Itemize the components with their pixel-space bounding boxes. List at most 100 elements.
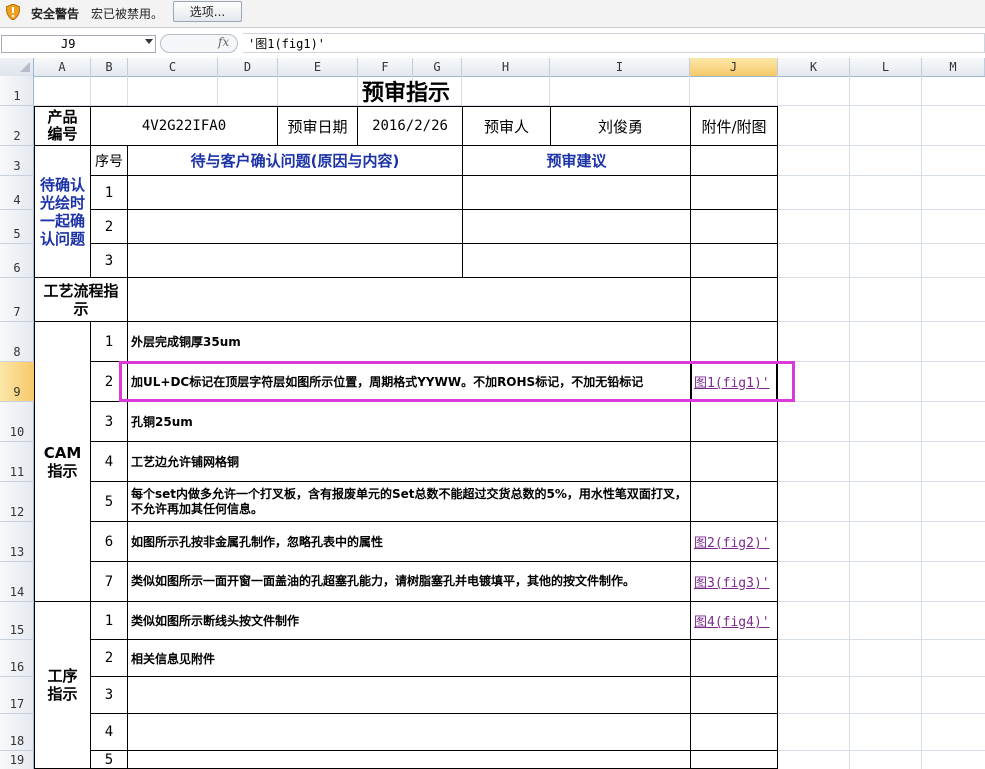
confirm-attach-header[interactable] bbox=[690, 145, 778, 176]
cam-seq-6[interactable]: 6 bbox=[90, 521, 128, 562]
cam-text-2[interactable]: 加UL+DC标记在顶层字符层如图所示位置，周期格式YYWW。不加ROHS标记，不… bbox=[127, 361, 691, 402]
confirm-suggestion-2[interactable] bbox=[462, 209, 691, 244]
confirm-section-label[interactable]: 待确认光绘时一起确认问题 bbox=[34, 145, 91, 278]
cam-text-6[interactable]: 如图所示孔按非金属孔制作，忽略孔表中的属性 bbox=[127, 521, 691, 562]
confirm-seq-1[interactable]: 1 bbox=[90, 175, 128, 210]
cam-attach-4[interactable] bbox=[690, 441, 778, 482]
column-header-i[interactable]: I bbox=[550, 58, 690, 76]
process-seq-5[interactable]: 5 bbox=[90, 750, 128, 769]
process-flow-content[interactable] bbox=[127, 277, 691, 322]
process-seq-4[interactable]: 4 bbox=[90, 713, 128, 751]
confirm-attach-1[interactable] bbox=[690, 175, 778, 210]
column-header-l[interactable]: L bbox=[850, 58, 922, 76]
question-header[interactable]: 待与客户确认问题(原因与内容) bbox=[127, 145, 463, 176]
cam-attach-link-fig2[interactable]: 图2(fig2)' bbox=[690, 521, 778, 562]
row-header-15[interactable]: 15 bbox=[0, 602, 34, 640]
confirm-suggestion-3[interactable] bbox=[462, 243, 691, 278]
cam-attach-1[interactable] bbox=[690, 321, 778, 362]
column-header-d[interactable]: D bbox=[218, 58, 278, 76]
review-date-value[interactable]: 2016/2/26 bbox=[357, 106, 463, 146]
row-header-4[interactable]: 4 bbox=[0, 176, 34, 210]
process-attach-3[interactable] bbox=[690, 676, 778, 714]
insert-function-icon[interactable]: fx bbox=[218, 35, 229, 49]
process-flow-attach[interactable] bbox=[690, 277, 778, 322]
row-header-5[interactable]: 5 bbox=[0, 210, 34, 244]
column-header-b[interactable]: B bbox=[91, 58, 128, 76]
column-header-a[interactable]: A bbox=[34, 58, 91, 76]
row-header-1[interactable]: 1 bbox=[0, 76, 34, 106]
reviewer-value[interactable]: 刘俊勇 bbox=[550, 106, 691, 146]
column-header-j[interactable]: J bbox=[690, 58, 778, 76]
confirm-seq-3[interactable]: 3 bbox=[90, 243, 128, 278]
process-text-5[interactable] bbox=[127, 750, 691, 769]
process-attach-4[interactable] bbox=[690, 713, 778, 751]
attachment-label[interactable]: 附件/附图 bbox=[690, 106, 778, 146]
seq-header[interactable]: 序号 bbox=[90, 145, 128, 176]
column-header-e[interactable]: E bbox=[278, 58, 358, 76]
cam-text-1[interactable]: 外层完成铜厚35um bbox=[127, 321, 691, 362]
column-header-c[interactable]: C bbox=[128, 58, 218, 76]
cam-seq-7[interactable]: 7 bbox=[90, 561, 128, 602]
column-header-h[interactable]: H bbox=[462, 58, 550, 76]
cam-seq-1[interactable]: 1 bbox=[90, 321, 128, 362]
process-attach-2[interactable] bbox=[690, 639, 778, 677]
column-header-m[interactable]: M bbox=[922, 58, 985, 76]
column-header-f[interactable]: F bbox=[358, 58, 413, 76]
row-header-3[interactable]: 3 bbox=[0, 146, 34, 176]
row-header-13[interactable]: 13 bbox=[0, 522, 34, 562]
row-header-8[interactable]: 8 bbox=[0, 322, 34, 362]
sheet-title[interactable]: 预审指示 bbox=[34, 76, 778, 106]
row-header-7[interactable]: 7 bbox=[0, 278, 34, 322]
confirm-question-3[interactable] bbox=[127, 243, 463, 278]
process-seq-3[interactable]: 3 bbox=[90, 676, 128, 714]
process-seq-1[interactable]: 1 bbox=[90, 601, 128, 640]
row-header-6[interactable]: 6 bbox=[0, 244, 34, 278]
cam-seq-4[interactable]: 4 bbox=[90, 441, 128, 482]
row-header-14[interactable]: 14 bbox=[0, 562, 34, 602]
confirm-suggestion-1[interactable] bbox=[462, 175, 691, 210]
cam-attach-3[interactable] bbox=[690, 401, 778, 442]
row-header-16[interactable]: 16 bbox=[0, 640, 34, 677]
row-header-10[interactable]: 10 bbox=[0, 402, 34, 442]
suggestion-header[interactable]: 预审建议 bbox=[462, 145, 691, 176]
column-header-k[interactable]: K bbox=[778, 58, 850, 76]
process-flow-label[interactable]: 工艺流程指示 bbox=[34, 277, 128, 322]
confirm-question-1[interactable] bbox=[127, 175, 463, 210]
cam-attach-link-fig3[interactable]: 图3(fig3)' bbox=[690, 561, 778, 602]
column-header-g[interactable]: G bbox=[413, 58, 462, 76]
process-text-4[interactable] bbox=[127, 713, 691, 751]
cam-text-5[interactable]: 每个set内做多允许一个打叉板，含有报废单元的Set总数不能超过交货总数的5%，… bbox=[127, 481, 691, 522]
cam-section-label[interactable]: CAM指示 bbox=[34, 321, 91, 602]
confirm-question-2[interactable] bbox=[127, 209, 463, 244]
cam-seq-3[interactable]: 3 bbox=[90, 401, 128, 442]
name-box-dropdown-icon[interactable] bbox=[145, 39, 153, 44]
process-text-2[interactable]: 相关信息见附件 bbox=[127, 639, 691, 677]
row-header-2[interactable]: 2 bbox=[0, 106, 34, 146]
formula-input[interactable] bbox=[243, 33, 985, 53]
confirm-attach-2[interactable] bbox=[690, 209, 778, 244]
row-header-19[interactable]: 19 bbox=[0, 751, 34, 769]
cam-text-4[interactable]: 工艺边允许铺网格铜 bbox=[127, 441, 691, 482]
active-cell-j9[interactable] bbox=[690, 362, 778, 402]
product-number-label[interactable]: 产品编号 bbox=[34, 106, 91, 146]
process-step-label[interactable]: 工序指示 bbox=[34, 601, 91, 769]
confirm-seq-2[interactable]: 2 bbox=[90, 209, 128, 244]
process-text-3[interactable] bbox=[127, 676, 691, 714]
row-header-18[interactable]: 18 bbox=[0, 714, 34, 751]
product-number-value[interactable]: 4V2G22IFA0 bbox=[90, 106, 278, 146]
reviewer-label[interactable]: 预审人 bbox=[462, 106, 551, 146]
row-header-11[interactable]: 11 bbox=[0, 442, 34, 482]
cam-seq-5[interactable]: 5 bbox=[90, 481, 128, 522]
process-seq-2[interactable]: 2 bbox=[90, 639, 128, 677]
row-header-9[interactable]: 9 bbox=[0, 362, 34, 402]
name-box[interactable] bbox=[1, 35, 156, 53]
confirm-attach-3[interactable] bbox=[690, 243, 778, 278]
row-header-12[interactable]: 12 bbox=[0, 482, 34, 522]
cam-attach-5[interactable] bbox=[690, 481, 778, 522]
review-date-label[interactable]: 预审日期 bbox=[277, 106, 358, 146]
options-button[interactable]: 选项... bbox=[173, 1, 242, 22]
row-header-17[interactable]: 17 bbox=[0, 677, 34, 714]
process-text-1[interactable]: 类似如图所示断线头按文件制作 bbox=[127, 601, 691, 640]
cam-text-3[interactable]: 孔铜25um bbox=[127, 401, 691, 442]
process-attach-5[interactable] bbox=[690, 750, 778, 769]
